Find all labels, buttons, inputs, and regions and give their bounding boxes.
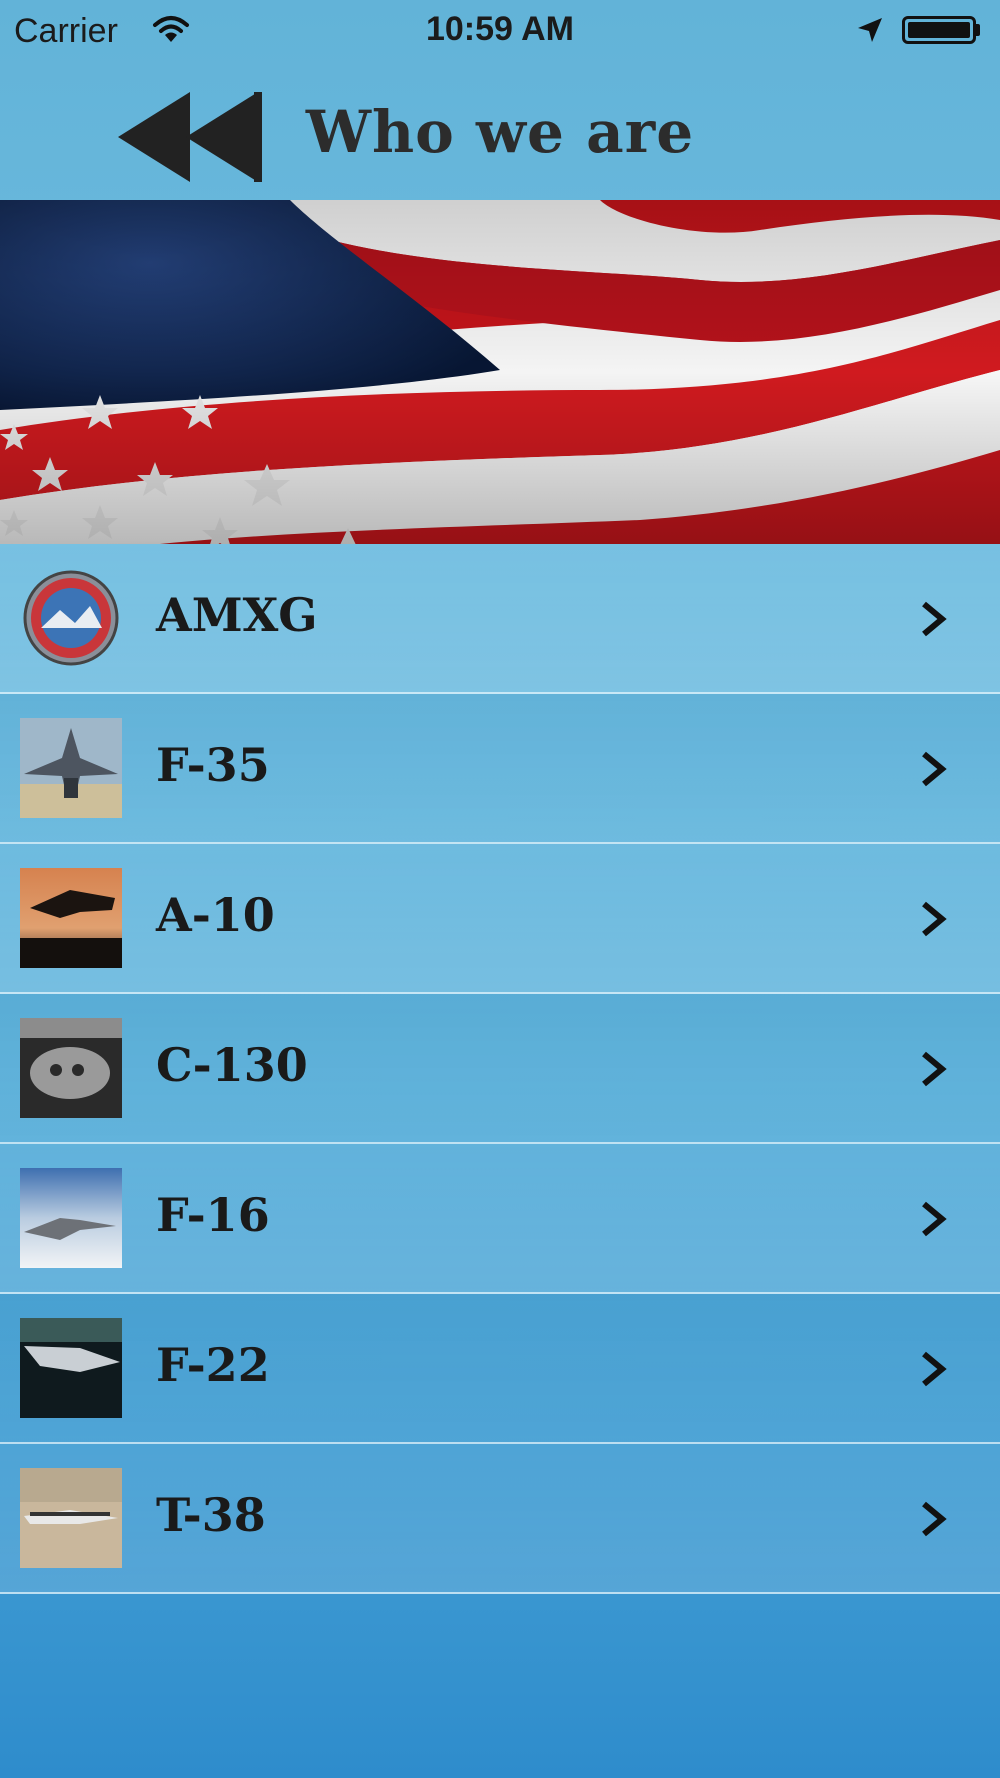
f22-photo-icon (20, 1318, 122, 1418)
aircraft-list: AMXG F-35 A-10 C-130 F-16 F-22 T-38 (0, 544, 1000, 1594)
battery-tip (976, 24, 980, 36)
list-item-t38[interactable]: T-38 (0, 1444, 1000, 1594)
list-item-a10[interactable]: A-10 (0, 844, 1000, 994)
list-item-f22[interactable]: F-22 (0, 1294, 1000, 1444)
navigation-bar: Who we are (0, 64, 1000, 200)
chevron-right-icon (922, 601, 947, 637)
amxg-emblem-icon (20, 568, 122, 668)
f35-photo-icon (20, 718, 122, 818)
list-item-amxg[interactable]: AMXG (0, 544, 1000, 694)
chevron-right-icon (922, 1351, 947, 1387)
chevron-right-icon (922, 901, 947, 937)
list-item-label: AMXG (156, 588, 318, 642)
battery-icon (902, 16, 976, 44)
c130-photo-icon (20, 1018, 122, 1118)
a10-photo-icon (20, 868, 122, 968)
list-item-f35[interactable]: F-35 (0, 694, 1000, 844)
t38-photo-icon (20, 1468, 122, 1568)
chevron-right-icon (922, 1051, 947, 1087)
list-item-label: C-130 (156, 1038, 308, 1092)
chevron-right-icon (922, 1501, 947, 1537)
list-item-label: T-38 (156, 1488, 266, 1542)
status-time: 10:59 AM (425, 10, 575, 48)
list-item-label: F-22 (156, 1338, 270, 1392)
list-item-label: F-16 (156, 1188, 270, 1242)
location-arrow-icon (858, 18, 882, 42)
list-item-label: A-10 (156, 888, 275, 942)
flag-banner (0, 200, 1000, 544)
page-title: Who we are (305, 98, 695, 166)
chevron-right-icon (922, 1201, 947, 1237)
list-item-f16[interactable]: F-16 (0, 1144, 1000, 1294)
list-item-c130[interactable]: C-130 (0, 994, 1000, 1144)
f16-photo-icon (20, 1168, 122, 1268)
american-flag-image (0, 200, 1000, 544)
chevron-right-icon (922, 751, 947, 787)
status-bar: Carrier 10:59 AM (0, 0, 1000, 64)
list-item-label: F-35 (156, 738, 270, 792)
